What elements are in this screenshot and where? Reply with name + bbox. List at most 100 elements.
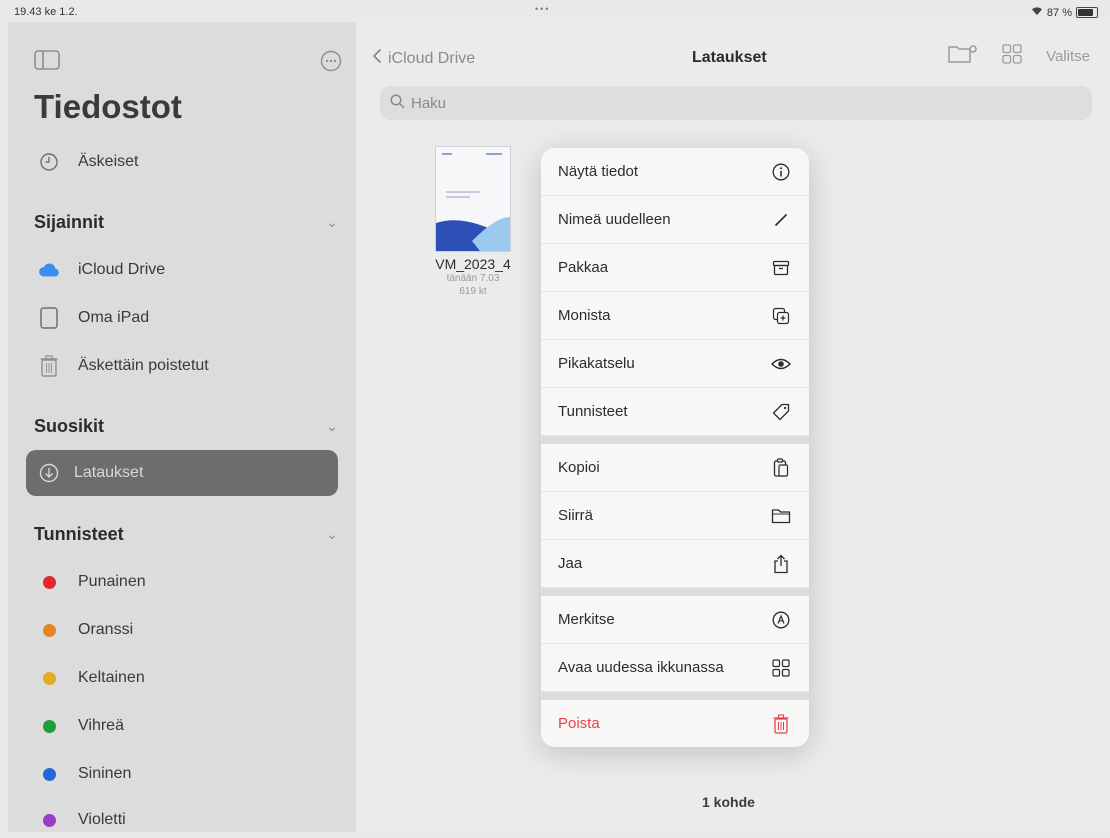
sidebar-item-recent[interactable]: Äskeiset [34, 144, 346, 180]
section-locations[interactable]: Sijainnit ⌄ [34, 212, 338, 233]
share-icon [771, 554, 791, 574]
menu-separator [541, 588, 809, 596]
toolbar: Valitse [948, 44, 1090, 68]
info-icon [771, 162, 791, 182]
file-name: VM_2023_4 [435, 256, 511, 272]
menu-item-label: Siirrä [558, 507, 594, 524]
sidebar-item-tag-red[interactable]: Punainen [34, 564, 346, 600]
tag-dot-icon [42, 719, 56, 733]
select-button[interactable]: Valitse [1046, 48, 1090, 65]
menu-item-rename[interactable]: Nimeä uudelleen [541, 196, 809, 244]
folder-icon [771, 506, 791, 526]
eye-icon [771, 354, 791, 374]
battery-icon [1076, 7, 1098, 18]
sidebar-item-tag-orange[interactable]: Oranssi [34, 612, 346, 648]
new-folder-icon[interactable] [948, 44, 978, 68]
sidebar-item-label: iCloud Drive [78, 261, 166, 278]
menu-item-duplicate[interactable]: Monista [541, 292, 809, 340]
item-count: 1 kohde [702, 794, 755, 810]
tag-dot-icon [42, 671, 56, 685]
duplicate-icon [771, 306, 791, 326]
tag-dot-icon [42, 767, 56, 781]
menu-item-show-info[interactable]: Näytä tiedot [541, 148, 809, 196]
menu-item-copy[interactable]: Kopioi [541, 444, 809, 492]
sidebar-item-tag-yellow[interactable]: Keltainen [34, 660, 346, 696]
download-icon [38, 462, 60, 484]
sidebar-item-oma-ipad[interactable]: Oma iPad [34, 300, 346, 336]
sidebar-item-tag-green[interactable]: Vihreä [34, 708, 346, 744]
sidebar-item-label: Äskettäin poistetut [78, 357, 209, 374]
search-field[interactable]: Haku [380, 86, 1092, 120]
grid-view-icon[interactable] [1002, 44, 1022, 68]
menu-item-compress[interactable]: Pakkaa [541, 244, 809, 292]
chevron-down-icon: ⌄ [326, 418, 338, 434]
trash-icon [38, 355, 60, 377]
page-title: Lataukset [692, 49, 767, 66]
sidebar-item-label: Vihreä [78, 717, 124, 734]
menu-item-move[interactable]: Siirrä [541, 492, 809, 540]
menu-item-label: Tunnisteet [558, 403, 628, 420]
menu-item-open-new-window[interactable]: Avaa uudessa ikkunassa [541, 644, 809, 692]
chevron-down-icon: ⌄ [326, 526, 338, 542]
menu-separator [541, 436, 809, 444]
tag-dot-icon [42, 575, 56, 589]
wifi-icon [1031, 6, 1043, 19]
menu-item-label: Pikakatselu [558, 355, 635, 372]
clock-icon [38, 151, 60, 173]
grid-icon [771, 658, 791, 678]
cloud-icon [38, 259, 60, 281]
file-thumbnail [435, 146, 511, 252]
context-menu: Näytä tiedot Nimeä uudelleen Pakkaa Moni… [541, 148, 809, 747]
section-tags[interactable]: Tunnisteet ⌄ [34, 524, 338, 545]
sidebar-item-label: Lataukset [74, 464, 144, 481]
back-label: iCloud Drive [388, 49, 476, 67]
search-placeholder: Haku [411, 94, 447, 112]
search-icon [390, 93, 405, 113]
menu-item-markup[interactable]: Merkitse [541, 596, 809, 644]
menu-item-delete[interactable]: Poista [541, 700, 809, 747]
copy-icon [771, 457, 791, 478]
pencil-icon [771, 210, 791, 230]
battery-percent: 87 % [1046, 6, 1072, 19]
menu-item-label: Pakkaa [558, 259, 609, 276]
markup-icon [771, 610, 791, 630]
status-time-date: 19.43 ke 1.2. [14, 6, 78, 18]
sidebar-item-tag-blue[interactable]: Sininen [34, 756, 346, 792]
chevron-left-icon [372, 48, 382, 69]
tag-icon [771, 402, 791, 422]
sidebar-item-tag-purple[interactable]: Violetti [34, 802, 346, 838]
sidebar: Tiedostot Äskeiset Sijainnit ⌄ iCloud Dr… [8, 22, 356, 832]
ipad-icon [38, 307, 60, 329]
menu-item-label: Poista [558, 715, 600, 732]
menu-item-share[interactable]: Jaa [541, 540, 809, 588]
menu-item-quick-look[interactable]: Pikakatselu [541, 340, 809, 388]
sidebar-item-label: Sininen [78, 765, 132, 782]
chevron-down-icon: ⌄ [326, 214, 338, 230]
menu-item-label: Avaa uudessa ikkunassa [558, 659, 724, 676]
status-bar: 19.43 ke 1.2. ••• 87 % [0, 0, 1110, 22]
menu-item-label: Monista [558, 307, 611, 324]
back-button[interactable]: iCloud Drive [372, 48, 475, 69]
menu-item-label: Näytä tiedot [558, 163, 639, 180]
file-item[interactable]: VM_2023_4 tänään 7.03 619 kt [418, 146, 528, 298]
menu-item-label: Merkitse [558, 611, 615, 628]
sidebar-item-label: Äskeiset [78, 153, 139, 170]
sidebar-item-label: Punainen [78, 573, 146, 590]
sidebar-item-icloud-drive[interactable]: iCloud Drive [34, 252, 346, 288]
archive-icon [771, 258, 791, 278]
more-options-icon[interactable] [320, 50, 342, 77]
tag-dot-icon [42, 813, 56, 827]
sidebar-item-recently-deleted[interactable]: Äskettäin poistetut [34, 348, 346, 384]
sidebar-item-label: Oranssi [78, 621, 134, 638]
multitasking-dots[interactable]: ••• [535, 4, 550, 14]
sidebar-item-label: Oma iPad [78, 309, 150, 326]
menu-item-label: Nimeä uudelleen [558, 211, 671, 228]
tag-dot-icon [42, 623, 56, 637]
sidebar-item-label: Keltainen [78, 669, 145, 686]
sidebar-toggle-icon[interactable] [34, 50, 60, 75]
status-right: 87 % [1031, 6, 1098, 19]
sidebar-item-lataukset[interactable]: Lataukset [26, 450, 338, 496]
file-size: 619 kt [459, 286, 487, 297]
menu-item-tags[interactable]: Tunnisteet [541, 388, 809, 436]
section-favorites[interactable]: Suosikit ⌄ [34, 416, 338, 437]
